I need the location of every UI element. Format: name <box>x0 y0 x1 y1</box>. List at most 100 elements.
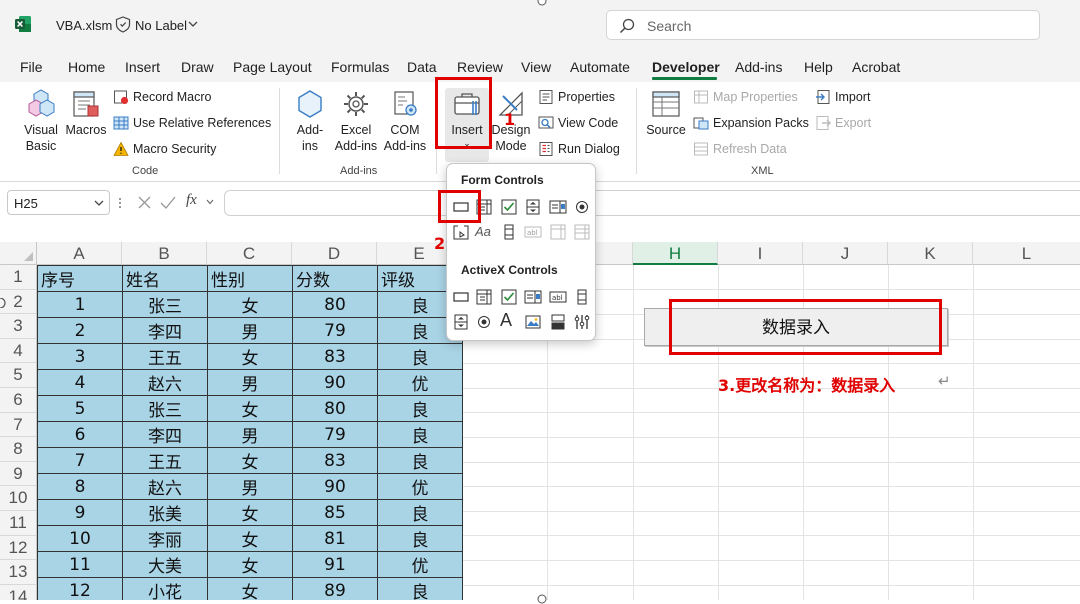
activex-label-icon[interactable]: A <box>500 310 512 331</box>
table-header-cell[interactable]: 分数 <box>292 265 378 292</box>
table-cell[interactable]: 89 <box>292 577 378 600</box>
table-cell[interactable]: 李四 <box>122 421 208 448</box>
column-header-j[interactable]: J <box>803 242 888 265</box>
table-cell[interactable]: 80 <box>292 291 378 318</box>
column-header-k[interactable]: K <box>888 242 973 265</box>
activex-command-button-icon[interactable] <box>452 288 470 306</box>
excel-add-ins-button[interactable]: Excel Add-ins <box>333 88 379 154</box>
table-cell[interactable]: 女 <box>207 525 293 552</box>
tab-home[interactable]: Home <box>68 59 105 75</box>
more-options-icon[interactable] <box>117 195 123 211</box>
tab-formulas[interactable]: Formulas <box>331 59 389 75</box>
cancel-icon[interactable] <box>138 196 151 209</box>
check-icon[interactable] <box>160 196 176 209</box>
row-header[interactable]: 1 <box>0 265 37 290</box>
table-cell[interactable]: 良 <box>377 525 463 552</box>
file-name[interactable]: VBA.xlsm <box>56 18 112 33</box>
column-header-a[interactable]: A <box>37 242 122 265</box>
row-header[interactable]: 8 <box>0 437 37 462</box>
form-spin-button-icon[interactable] <box>524 198 542 216</box>
row-header[interactable]: 5 <box>0 363 37 388</box>
table-cell[interactable]: 李四 <box>122 317 208 344</box>
table-cell[interactable]: 良 <box>377 421 463 448</box>
activex-option-button-icon[interactable] <box>475 313 493 331</box>
refresh-data-button[interactable]: Refresh Data <box>693 141 787 157</box>
row-header[interactable]: 14 <box>0 584 37 600</box>
table-header-cell[interactable]: 性别 <box>207 265 293 292</box>
column-header-l[interactable]: L <box>973 242 1080 265</box>
tab-help[interactable]: Help <box>804 59 833 75</box>
view-code-button[interactable]: View Code <box>538 115 618 131</box>
expansion-packs-button[interactable]: Expansion Packs <box>693 115 809 131</box>
table-cell[interactable]: 优 <box>377 369 463 396</box>
tab-automate[interactable]: Automate <box>570 59 630 75</box>
table-cell[interactable]: 83 <box>292 447 378 474</box>
tab-data[interactable]: Data <box>407 59 437 75</box>
column-header-i[interactable]: I <box>718 242 803 265</box>
record-macro-button[interactable]: Record Macro <box>113 89 212 105</box>
tab-acrobat[interactable]: Acrobat <box>852 59 900 75</box>
tab-insert[interactable]: Insert <box>125 59 160 75</box>
table-cell[interactable]: 良 <box>377 499 463 526</box>
table-cell[interactable]: 张三 <box>122 395 208 422</box>
tab-developer[interactable]: Developer <box>652 59 720 75</box>
form-scroll-bar-icon[interactable] <box>500 223 518 241</box>
tab-draw[interactable]: Draw <box>181 59 214 75</box>
table-cell[interactable]: 85 <box>292 499 378 526</box>
table-cell[interactable]: 5 <box>37 395 123 422</box>
table-cell[interactable]: 女 <box>207 577 293 600</box>
table-cell[interactable]: 男 <box>207 369 293 396</box>
table-header-cell[interactable]: 姓名 <box>122 265 208 292</box>
search-box[interactable]: Search <box>606 10 1040 40</box>
table-header-cell[interactable]: 序号 <box>37 265 123 292</box>
column-header-b[interactable]: B <box>122 242 207 265</box>
table-cell[interactable]: 女 <box>207 343 293 370</box>
table-cell[interactable]: 男 <box>207 473 293 500</box>
chevron-down-icon[interactable] <box>188 20 198 28</box>
table-cell[interactable]: 大美 <box>122 551 208 578</box>
visual-basic-button[interactable]: Visual Basic <box>16 88 66 154</box>
shield-icon[interactable] <box>115 16 131 33</box>
table-cell[interactable]: 男 <box>207 421 293 448</box>
name-box[interactable]: H25 <box>7 190 110 215</box>
row-header[interactable]: 3 <box>0 314 37 339</box>
xml-import-button[interactable]: Import <box>815 89 870 105</box>
table-cell[interactable]: 张美 <box>122 499 208 526</box>
table-cell[interactable]: 9 <box>37 499 123 526</box>
table-cell[interactable]: 良 <box>377 395 463 422</box>
activex-image-icon[interactable] <box>524 313 542 331</box>
com-add-ins-button[interactable]: COM Add-ins <box>382 88 428 154</box>
table-cell[interactable]: 张三 <box>122 291 208 318</box>
select-all-corner[interactable] <box>0 242 37 265</box>
table-cell[interactable]: 91 <box>292 551 378 578</box>
chevron-down-icon[interactable] <box>206 199 214 205</box>
table-cell[interactable]: 6 <box>37 421 123 448</box>
form-checkbox-icon[interactable] <box>500 198 518 216</box>
selection-handle-icon[interactable] <box>0 298 6 308</box>
macros-button[interactable]: Macros <box>64 88 108 138</box>
row-header[interactable]: 10 <box>0 486 37 511</box>
table-cell[interactable]: 小花 <box>122 577 208 600</box>
column-header-d[interactable]: D <box>292 242 377 265</box>
table-cell[interactable]: 男 <box>207 317 293 344</box>
row-header[interactable]: 7 <box>0 412 37 438</box>
row-header[interactable]: 4 <box>0 338 37 364</box>
activex-list-box-icon[interactable] <box>524 288 542 306</box>
table-cell[interactable]: 3 <box>37 343 123 370</box>
tab-review[interactable]: Review <box>457 59 503 75</box>
map-properties-button[interactable]: Map Properties <box>693 89 798 105</box>
table-cell[interactable]: 4 <box>37 369 123 396</box>
table-cell[interactable]: 王五 <box>122 343 208 370</box>
tab-add-ins[interactable]: Add-ins <box>735 59 782 75</box>
activex-scroll-bar-icon[interactable] <box>573 288 591 306</box>
activex-combo-box-icon[interactable] <box>475 288 493 306</box>
row-header[interactable]: 13 <box>0 560 37 585</box>
form-option-button-icon[interactable] <box>573 198 591 216</box>
table-cell[interactable]: 李丽 <box>122 525 208 552</box>
table-cell[interactable]: 良 <box>377 577 463 600</box>
column-header-h[interactable]: H <box>633 242 718 265</box>
chevron-down-icon[interactable] <box>94 199 104 207</box>
formula-input[interactable] <box>224 190 1080 216</box>
table-cell[interactable]: 1 <box>37 291 123 318</box>
activex-toggle-button-icon[interactable] <box>549 313 567 331</box>
